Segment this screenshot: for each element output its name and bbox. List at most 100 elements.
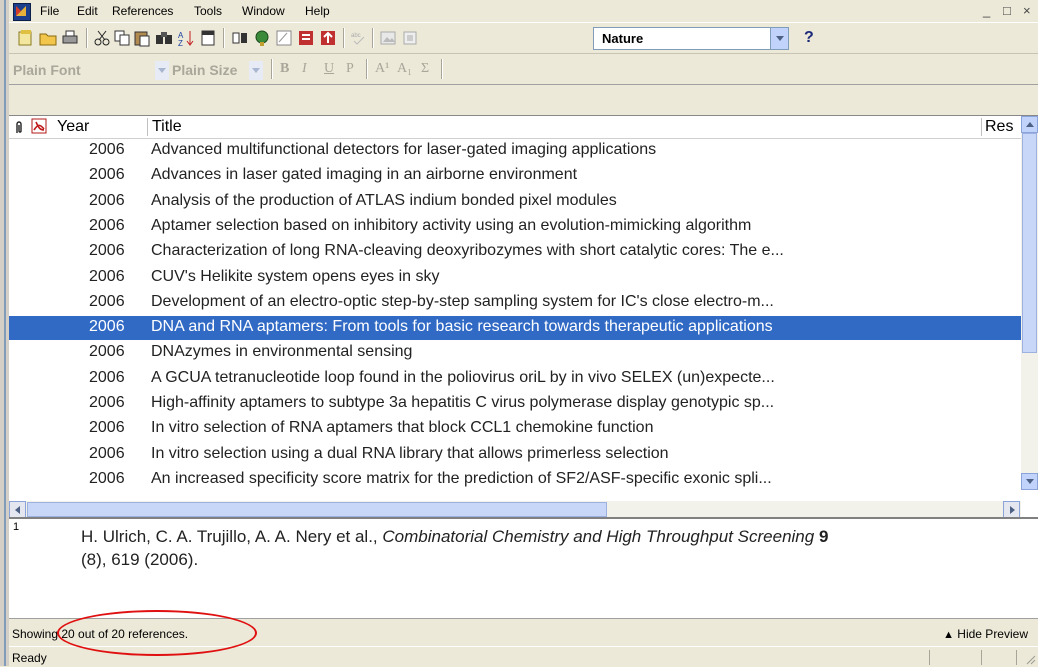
pdf-icon[interactable]	[31, 118, 47, 134]
reference-year: 2006	[89, 267, 125, 285]
reference-year: 2006	[89, 191, 125, 209]
output-style-value: Nature	[602, 31, 644, 46]
reference-year: 2006	[89, 292, 125, 310]
reference-title: Analysis of the production of ATLAS indi…	[151, 191, 617, 209]
reference-list: Year Title Res 2006 Advanced multifunctio…	[9, 115, 1038, 518]
spell-check-icon[interactable]: abc	[350, 29, 368, 47]
superscript-button[interactable]: A¹	[375, 61, 389, 77]
column-title[interactable]: Title	[152, 118, 182, 136]
size-select[interactable]: Plain Size	[172, 62, 237, 78]
underline-button[interactable]: U	[324, 61, 334, 77]
menu-help[interactable]: Help	[305, 4, 330, 18]
insert-picture-icon[interactable]	[379, 29, 397, 47]
preview-citation-number: 1	[13, 521, 20, 533]
annotation-ellipse	[57, 610, 257, 656]
bold-button[interactable]: B	[280, 61, 289, 77]
reference-row[interactable]: 2006 CUV's Helikite system opens eyes in …	[9, 266, 1021, 290]
reference-year: 2006	[89, 368, 125, 386]
preview-details: (8), 619 (2006).	[81, 550, 199, 569]
menu-tools[interactable]: Tools	[194, 4, 222, 18]
scroll-thumb[interactable]	[1022, 133, 1037, 353]
hide-preview-button[interactable]: ▲ Hide Preview	[943, 627, 1028, 641]
reference-row[interactable]: 2006 Analysis of the production of ATLAS …	[9, 190, 1021, 214]
svg-text:abc: abc	[351, 33, 361, 39]
copy-icon[interactable]	[113, 29, 131, 47]
reference-row[interactable]: 2006 In vitro selection using a dual RNA …	[9, 443, 1021, 467]
reference-row[interactable]: 2006 Aptamer selection based on inhibitor…	[9, 215, 1021, 239]
reference-title: Advances in laser gated imaging in an ai…	[151, 166, 578, 184]
scroll-right-button[interactable]	[1003, 501, 1020, 518]
preview-pane: 1 H. Ulrich, C. A. Trujillo, A. A. Nery …	[9, 517, 1038, 619]
arrow-up-icon: ▲	[943, 629, 954, 641]
app-icon[interactable]	[13, 3, 31, 21]
scroll-up-button[interactable]	[1021, 116, 1038, 133]
scroll-down-button[interactable]	[1021, 473, 1038, 490]
reference-title: DNA and RNA aptamers: From tools for bas…	[151, 318, 773, 336]
reference-title: Characterization of long RNA-cleaving de…	[151, 242, 784, 260]
main-toolbar: AZ abc Nature ?	[9, 23, 1038, 54]
chevron-down-icon[interactable]	[249, 61, 263, 80]
go-to-word-icon[interactable]	[319, 29, 337, 47]
resize-grip-icon[interactable]	[1024, 653, 1036, 665]
reference-row[interactable]: 2006 DNA and RNA aptamers: From tools for…	[9, 316, 1021, 341]
left-border	[0, 0, 9, 666]
reference-row[interactable]: 2006 A GCUA tetranucleotide loop found in…	[9, 367, 1021, 391]
menu-edit[interactable]: Edit	[77, 4, 98, 18]
find-icon[interactable]	[155, 29, 173, 47]
reference-title: CUV's Helikite system opens eyes in sky	[151, 267, 440, 285]
column-year[interactable]: Year	[57, 118, 89, 136]
subscript-button[interactable]: A₁	[397, 61, 412, 77]
svg-text:Z: Z	[178, 39, 183, 47]
new-library-icon[interactable]	[17, 29, 35, 47]
chevron-down-icon[interactable]	[770, 28, 788, 49]
insert-citation-icon[interactable]	[297, 29, 315, 47]
plain-button[interactable]: P	[346, 61, 354, 77]
reference-row[interactable]: 2006 Advanced multifunctional detectors f…	[9, 139, 1021, 163]
reference-row[interactable]: 2006 Characterization of long RNA-cleavin…	[9, 240, 1021, 264]
reference-row[interactable]: 2006 An increased specificity score matri…	[9, 468, 1021, 492]
insert-object-icon[interactable]	[401, 29, 419, 47]
reference-year: 2006	[89, 469, 125, 487]
print-icon[interactable]	[61, 29, 79, 47]
sort-icon[interactable]: AZ	[177, 29, 195, 47]
help-icon[interactable]: ?	[804, 29, 814, 47]
menu-window[interactable]: Window	[242, 4, 285, 18]
menu-file[interactable]: File	[40, 4, 59, 18]
reference-row[interactable]: 2006 High-affinity aptamers to subtype 3a…	[9, 392, 1021, 416]
size-dropdown[interactable]	[249, 61, 263, 80]
vertical-scrollbar[interactable]	[1021, 116, 1038, 490]
horizontal-scrollbar[interactable]	[9, 501, 1021, 518]
preview-journal: Combinatorial Chemistry and High Through…	[382, 527, 815, 546]
symbol-button[interactable]: Σ	[421, 61, 429, 77]
font-select[interactable]: Plain Font	[13, 62, 81, 78]
scroll-left-button[interactable]	[9, 501, 26, 518]
horizontal-scroll-thumb[interactable]	[27, 502, 607, 517]
paste-icon[interactable]	[133, 29, 151, 47]
reference-row[interactable]: 2006 DNAzymes in environmental sensing	[9, 341, 1021, 365]
cut-icon[interactable]	[93, 29, 111, 47]
close-button[interactable]: ×	[1023, 3, 1031, 18]
page-icon[interactable]	[199, 29, 217, 47]
restore-button[interactable]: □	[1003, 3, 1011, 18]
minimize-button[interactable]: _	[983, 3, 990, 18]
show-all-icon[interactable]	[231, 29, 249, 47]
online-search-icon[interactable]	[253, 29, 271, 47]
chevron-down-icon[interactable]	[155, 61, 169, 80]
attachment-icon[interactable]	[14, 120, 24, 134]
reference-row[interactable]: 2006 Development of an electro-optic step…	[9, 291, 1021, 315]
preview-authors: H. Ulrich, C. A. Trujillo, A. A. Nery et…	[81, 527, 383, 546]
reference-row[interactable]: 2006 In vitro selection of RNA aptamers t…	[9, 417, 1021, 441]
reference-year: 2006	[89, 242, 125, 260]
open-folder-icon[interactable]	[39, 29, 57, 47]
reference-year: 2006	[89, 343, 125, 361]
italic-button[interactable]: I	[302, 61, 307, 77]
format-bibliography-icon[interactable]	[275, 29, 293, 47]
column-rest[interactable]: Res	[985, 118, 1013, 136]
reference-row[interactable]: 2006 Advances in laser gated imaging in a…	[9, 164, 1021, 188]
preview-volume: 9	[814, 527, 829, 546]
reference-title: DNAzymes in environmental sensing	[151, 343, 413, 361]
reference-year: 2006	[89, 394, 125, 411]
menu-references[interactable]: References	[112, 4, 173, 18]
reference-year: 2006	[89, 166, 125, 184]
output-style-select[interactable]: Nature	[593, 27, 789, 50]
